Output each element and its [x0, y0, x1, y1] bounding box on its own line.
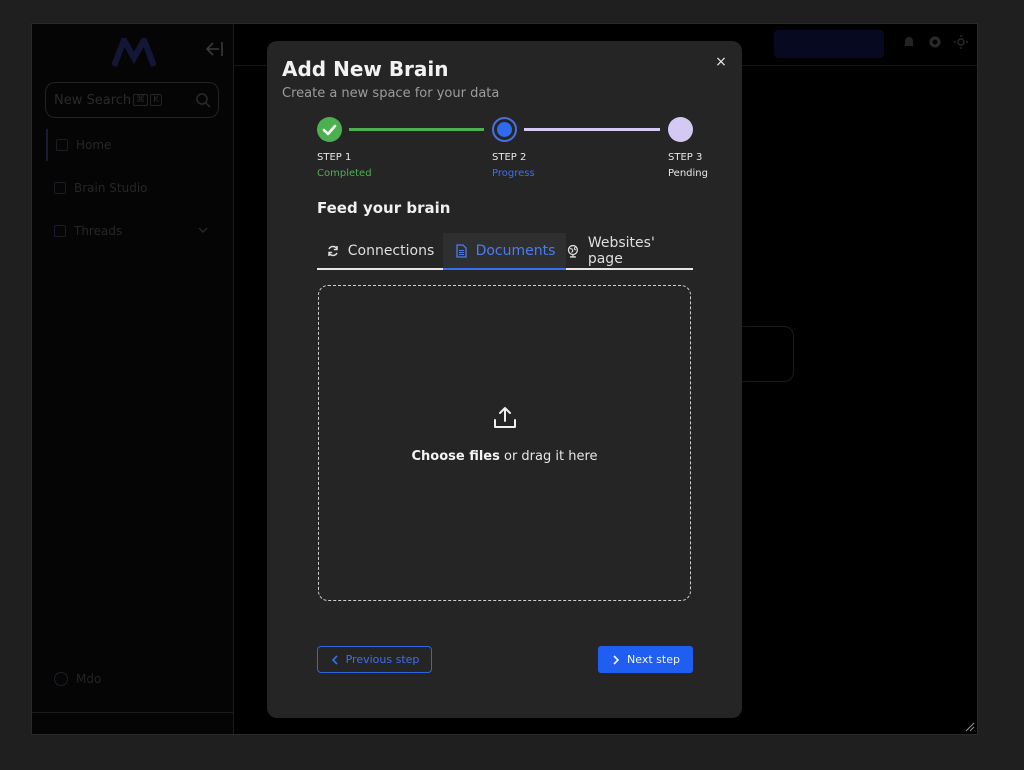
- resize-handle-icon[interactable]: [963, 720, 975, 732]
- step-2-indicator: [492, 117, 517, 142]
- threads-icon: [54, 225, 66, 237]
- sidebar-item-label: Threads: [74, 224, 123, 238]
- avatar: [54, 672, 68, 686]
- step-3-indicator: [668, 117, 693, 142]
- sidebar-item-label: Home: [76, 138, 112, 152]
- close-button[interactable]: ×: [713, 54, 729, 70]
- previous-step-button[interactable]: Previous step: [317, 646, 432, 673]
- stepper-line-1: [349, 128, 484, 131]
- source-tabs: Connections Documents Websites' page: [317, 233, 693, 270]
- step-3-label: STEP 3: [668, 152, 703, 163]
- previous-step-label: Previous step: [345, 653, 420, 666]
- dropzone-text: Choose files or drag it here: [319, 449, 690, 464]
- section-title: Feed your brain: [317, 199, 451, 217]
- tab-label: Connections: [347, 242, 435, 259]
- choose-files-link[interactable]: Choose files: [411, 449, 499, 464]
- step-3-status: Pending: [668, 168, 708, 179]
- search-icon: [196, 93, 211, 108]
- divider: [32, 712, 234, 713]
- globe-icon: [567, 244, 579, 258]
- tab-label: Websites' page: [587, 234, 655, 267]
- home-icon: [56, 139, 68, 151]
- tab-documents[interactable]: Documents: [443, 233, 566, 270]
- shortcut-key-k: K: [150, 94, 163, 106]
- tab-websites[interactable]: Websites' page: [566, 233, 693, 268]
- search-input[interactable]: New Search ⌘ K: [45, 82, 219, 118]
- chevron-down-icon: [198, 227, 208, 233]
- shortcut-key-cmd: ⌘: [133, 94, 149, 106]
- sun-icon[interactable]: [953, 34, 969, 50]
- sidebar-item-home[interactable]: Home: [46, 129, 216, 161]
- step-1-status: Completed: [317, 168, 372, 179]
- sidebar-item-threads[interactable]: Threads: [46, 215, 216, 247]
- tab-connections[interactable]: Connections: [317, 233, 443, 268]
- step-1-label: STEP 1: [317, 152, 352, 163]
- file-dropzone[interactable]: Choose files or drag it here: [318, 285, 691, 601]
- top-action-button[interactable]: [774, 30, 884, 58]
- check-icon: [322, 124, 337, 136]
- chevron-right-icon: [613, 654, 620, 665]
- collapse-sidebar-icon[interactable]: [204, 40, 224, 58]
- user-profile[interactable]: Mdo: [54, 672, 101, 686]
- next-step-label: Next step: [627, 653, 680, 666]
- step-1-indicator: [317, 117, 342, 142]
- brain-icon: [54, 182, 66, 194]
- logo-icon: [112, 38, 156, 68]
- search-placeholder: New Search: [54, 92, 132, 108]
- step-2-label: STEP 2: [492, 152, 527, 163]
- add-brain-modal: Add New Brain Create a new space for you…: [267, 41, 742, 718]
- step-progress-dot: [497, 122, 512, 137]
- next-step-button[interactable]: Next step: [598, 646, 693, 673]
- user-name: Mdo: [76, 672, 102, 686]
- stepper-line-2: [524, 128, 660, 131]
- sync-icon: [327, 245, 338, 256]
- sidebar-item-brain-studio[interactable]: Brain Studio: [46, 172, 216, 204]
- gear-icon[interactable]: [927, 34, 943, 50]
- dropzone-hint: or drag it here: [499, 449, 598, 464]
- sidebar: New Search ⌘ K Home Brain Studio Threads: [32, 24, 234, 734]
- chevron-left-icon: [331, 654, 338, 665]
- step-2-status: Progress: [492, 168, 535, 179]
- document-icon: [455, 243, 467, 258]
- sidebar-item-label: Brain Studio: [74, 181, 148, 195]
- tab-label: Documents: [475, 242, 556, 259]
- modal-title: Add New Brain: [282, 57, 449, 81]
- modal-subtitle: Create a new space for your data: [282, 86, 500, 101]
- upload-icon: [494, 407, 516, 428]
- bell-icon[interactable]: [901, 34, 917, 50]
